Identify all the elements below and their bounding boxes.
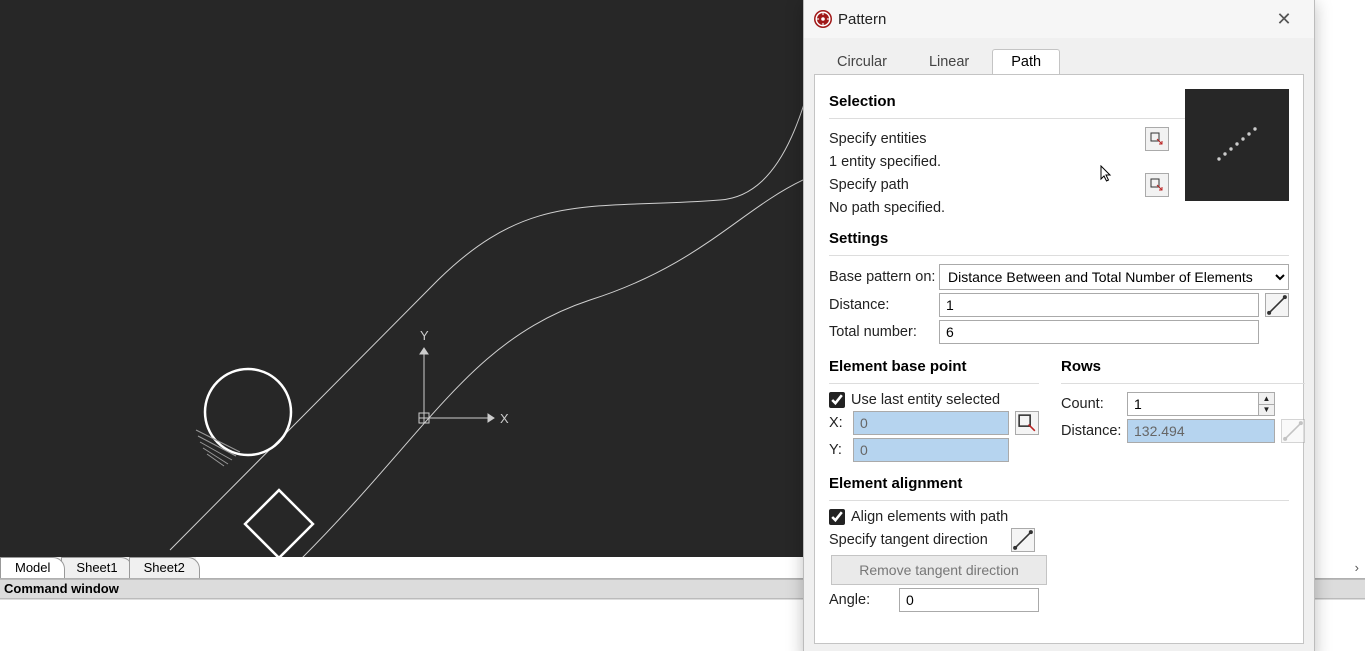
section-basepoint-title: Element base point: [829, 358, 1039, 375]
base-pattern-select[interactable]: Distance Between and Total Number of Ele…: [939, 264, 1289, 290]
total-number-label: Total number:: [829, 324, 939, 340]
use-last-label: Use last entity selected: [851, 392, 1000, 408]
section-settings-title: Settings: [829, 230, 1289, 247]
rows-distance-input: [1127, 419, 1275, 443]
rows-count-spinner[interactable]: ▲▼: [1259, 392, 1275, 416]
y-label: Y:: [829, 442, 853, 458]
tab-sheet1[interactable]: Sheet1: [61, 557, 132, 578]
y-input: [853, 438, 1009, 462]
align-label: Align elements with path: [851, 509, 1008, 525]
use-last-checkbox[interactable]: [829, 392, 845, 408]
preview-panel: [1185, 89, 1289, 201]
distance-label: Distance:: [829, 297, 939, 313]
sheet-tabs-scroll-right[interactable]: ›: [1355, 560, 1359, 575]
spinner-down-icon[interactable]: ▼: [1259, 405, 1274, 416]
pick-point-icon: [1016, 412, 1038, 434]
spinner-up-icon[interactable]: ▲: [1259, 393, 1274, 405]
dialog-tabs: Circular Linear Path: [804, 44, 1314, 74]
svg-text:Y: Y: [420, 328, 429, 343]
entities-status: 1 entity specified.: [829, 154, 941, 170]
tab-path[interactable]: Path: [992, 49, 1060, 74]
svg-text:X: X: [500, 411, 509, 426]
rows-count-input[interactable]: [1127, 392, 1259, 416]
specify-entities-label: Specify entities: [829, 131, 1145, 147]
dialog-panel: Selection Specify entities 1 entity spec…: [814, 74, 1304, 644]
x-input: [853, 411, 1009, 435]
remove-tangent-button[interactable]: Remove tangent direction: [831, 555, 1047, 585]
pick-basepoint-button[interactable]: [1015, 411, 1039, 435]
angle-label: Angle:: [829, 592, 899, 608]
distance-input[interactable]: [939, 293, 1259, 317]
dialog-title: Pattern: [832, 11, 1264, 28]
tab-linear[interactable]: Linear: [910, 49, 988, 74]
measure-icon: [1282, 420, 1304, 442]
tangent-pick-button[interactable]: [1011, 528, 1035, 552]
rows-measure-button: [1281, 419, 1305, 443]
select-icon: [1150, 132, 1164, 146]
measure-icon: [1012, 529, 1034, 551]
rows-count-label: Count:: [1061, 396, 1127, 412]
pick-entities-button[interactable]: [1145, 127, 1169, 151]
x-label: X:: [829, 415, 853, 431]
tangent-label: Specify tangent direction: [829, 532, 1005, 548]
rows-distance-label: Distance:: [1061, 423, 1127, 439]
close-button[interactable]: ✕: [1264, 0, 1304, 38]
total-number-input[interactable]: [939, 320, 1259, 344]
measure-distance-button[interactable]: [1265, 293, 1289, 317]
tab-model[interactable]: Model: [0, 557, 65, 578]
tab-sheet2[interactable]: Sheet2: [129, 557, 200, 578]
select-icon: [1150, 178, 1164, 192]
angle-input[interactable]: [899, 588, 1039, 612]
close-icon: ✕: [1276, 9, 1291, 30]
align-checkbox[interactable]: [829, 509, 845, 525]
tab-circular[interactable]: Circular: [818, 49, 906, 74]
drawing-canvas[interactable]: X Y: [0, 0, 803, 557]
section-alignment-title: Element alignment: [829, 475, 1289, 492]
section-rows-title: Rows: [1061, 358, 1305, 375]
specify-path-label: Specify path: [829, 177, 1145, 193]
app-icon: [814, 10, 832, 28]
path-status: No path specified.: [829, 200, 945, 216]
measure-icon: [1266, 294, 1288, 316]
pattern-dialog: Pattern ✕ Circular Linear Path Selection…: [803, 0, 1315, 651]
pick-path-button[interactable]: [1145, 173, 1169, 197]
base-pattern-label: Base pattern on:: [829, 269, 939, 285]
dialog-titlebar[interactable]: Pattern ✕: [804, 0, 1314, 38]
